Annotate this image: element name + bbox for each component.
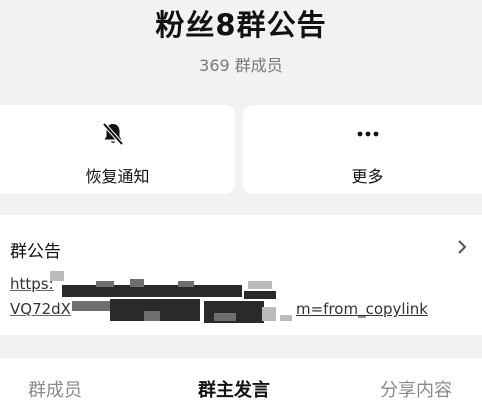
notice-title: 群公告 <box>10 242 61 262</box>
tab-bar: 群成员 群主发言 分享内容 <box>0 358 482 414</box>
notice-link-line2-end[interactable]: m=from_copylink <box>296 300 428 318</box>
notice-link-line1[interactable]: https: <box>10 275 54 293</box>
more-button[interactable]: 更多 <box>243 105 482 194</box>
restore-notifications-button[interactable]: 恢复通知 <box>0 105 235 194</box>
more-dots-icon <box>357 131 378 137</box>
notice-link-line2-start[interactable]: VQ72dX <box>10 300 71 318</box>
tab-members[interactable]: 群成员 <box>28 376 82 402</box>
tab-shared-content[interactable]: 分享内容 <box>380 376 452 402</box>
more-label: 更多 <box>351 167 384 186</box>
page-title: 粉丝8群公告 <box>155 8 327 42</box>
restore-notifications-label: 恢复通知 <box>85 167 150 186</box>
member-count[interactable]: 369 群成员 <box>0 52 482 76</box>
bell-slash-icon <box>102 122 123 146</box>
tab-owner-posts[interactable]: 群主发言 <box>198 376 270 402</box>
group-header: 粉丝8群公告 369 群成员 <box>0 0 482 100</box>
chevron-right-icon[interactable] <box>456 237 468 257</box>
group-notice-section[interactable]: 群公告 https: VQ72dX m=from_copylink <box>0 215 482 335</box>
